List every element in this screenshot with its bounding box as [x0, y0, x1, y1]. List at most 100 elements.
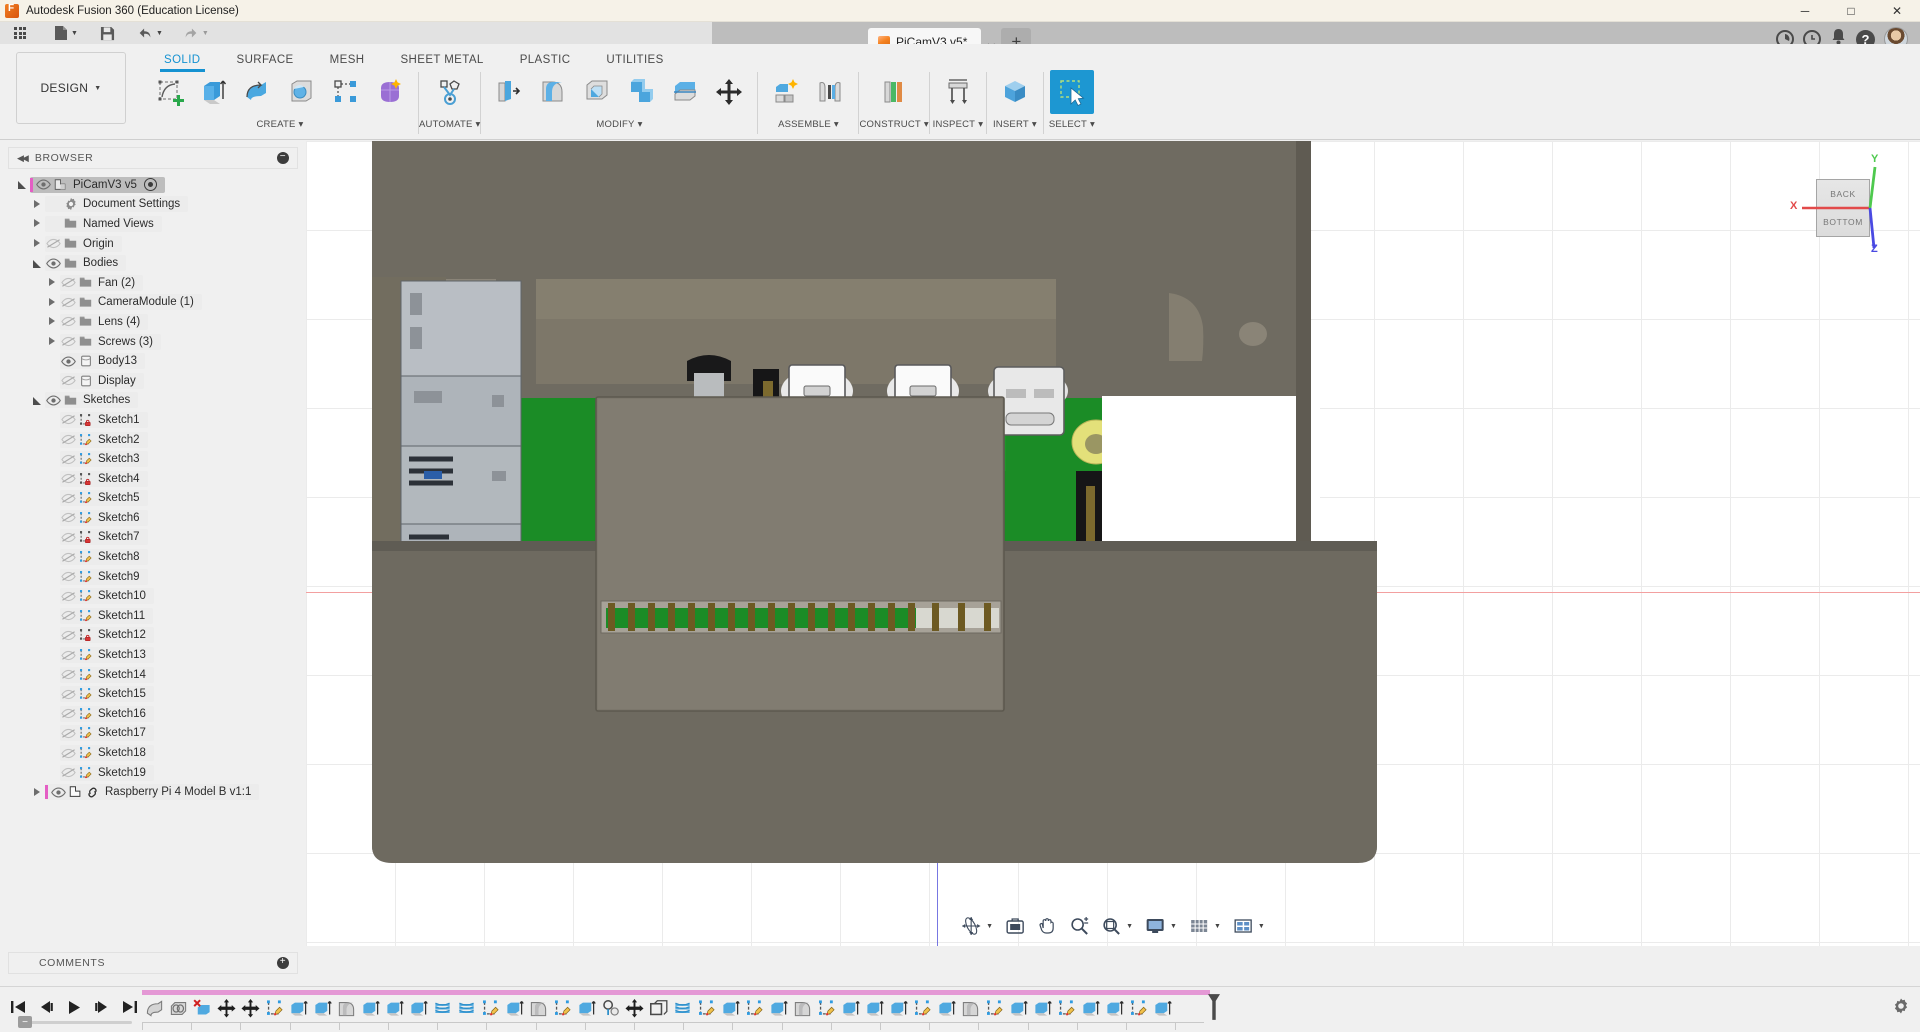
chevron-down-icon[interactable]: ▾ [924, 119, 929, 130]
timeline-feature-31[interactable] [862, 996, 886, 1020]
browser-item-body13[interactable]: Body13 [0, 351, 306, 371]
workspace-switcher[interactable]: DESIGN ▼ [16, 52, 126, 124]
visibility-off-icon[interactable] [60, 277, 77, 288]
move-copy-button[interactable] [707, 70, 751, 114]
step-back-button[interactable] [36, 997, 56, 1017]
chevron-down-icon[interactable]: ▼ [1214, 923, 1221, 930]
visibility-off-icon[interactable] [60, 748, 77, 759]
add-comment-button[interactable]: + [277, 957, 289, 969]
timeline-zoom-track[interactable] [28, 1021, 132, 1024]
visibility-off-icon[interactable] [60, 532, 77, 543]
chevron-down-icon[interactable]: ▼ [986, 923, 993, 930]
chevron-down-icon[interactable]: ▼ [71, 30, 78, 37]
visibility-off-icon[interactable] [60, 630, 77, 641]
timeline-feature-11[interactable] [382, 996, 406, 1020]
chevron-down-icon[interactable]: ▾ [299, 119, 304, 130]
browser-item-sketch8[interactable]: Sketch8 [0, 547, 306, 567]
timeline-feature-17[interactable] [526, 996, 550, 1020]
jump-to-beginning-button[interactable] [8, 997, 28, 1017]
combine-button[interactable] [619, 70, 663, 114]
timeline-feature-38[interactable] [1030, 996, 1054, 1020]
timeline-feature-4[interactable] [214, 996, 238, 1020]
chevron-down-icon[interactable]: ▾ [476, 119, 481, 130]
timeline-feature-18[interactable] [550, 996, 574, 1020]
timeline-feature-14[interactable] [454, 996, 478, 1020]
chevron-down-icon[interactable]: ▾ [638, 119, 643, 130]
visibility-on-icon[interactable] [60, 356, 77, 367]
timeline-feature-25[interactable] [718, 996, 742, 1020]
timeline-feature-35[interactable] [958, 996, 982, 1020]
new-component-button[interactable] [764, 70, 808, 114]
visibility-off-icon[interactable] [45, 238, 62, 249]
timeline-feature-10[interactable] [358, 996, 382, 1020]
pan-button[interactable] [1031, 913, 1063, 939]
offset-plane-button[interactable] [872, 70, 916, 114]
timeline-feature-5[interactable] [238, 996, 262, 1020]
visibility-off-icon[interactable] [60, 336, 77, 347]
visibility-off-icon[interactable] [60, 297, 77, 308]
ribbon-group-assemble-label[interactable]: ASSEMBLE ▾ [778, 119, 839, 130]
zoom-window-button[interactable]: ▼ [1095, 913, 1139, 939]
visibility-on-icon[interactable] [45, 395, 62, 406]
browser-item-named-views[interactable]: Named Views [0, 214, 306, 234]
browser-item-bodies[interactable]: Bodies [0, 253, 306, 273]
browser-item-screws-3[interactable]: Screws (3) [0, 332, 306, 352]
press-pull-button[interactable] [487, 70, 531, 114]
redo-icon[interactable]: ▼ [179, 23, 213, 43]
timeline-feature-23[interactable] [670, 996, 694, 1020]
sweep-button[interactable] [280, 70, 324, 114]
model-picam-enclosure[interactable] [306, 141, 1920, 946]
automated-modeling-button[interactable] [428, 70, 472, 114]
timeline-feature-9[interactable] [334, 996, 358, 1020]
visibility-off-icon[interactable] [60, 375, 77, 386]
browser-item-sketch12[interactable]: Sketch12 [0, 626, 306, 646]
maximize-button[interactable]: □ [1828, 0, 1874, 22]
play-button[interactable] [64, 997, 84, 1017]
view-cube[interactable]: BACK BOTTOM X Y Z [1782, 151, 1902, 261]
browser-item-sketches[interactable]: Sketches [0, 391, 306, 411]
orbit-button[interactable]: ▼ [955, 913, 999, 939]
timeline-feature-22[interactable] [646, 996, 670, 1020]
visibility-on-icon[interactable] [35, 179, 52, 190]
ribbon-group-inspect-label[interactable]: INSPECT ▾ [933, 119, 984, 130]
timeline-feature-30[interactable] [838, 996, 862, 1020]
browser-item-sketch11[interactable]: Sketch11 [0, 606, 306, 626]
timeline-feature-24[interactable] [694, 996, 718, 1020]
viewports-button[interactable]: ▼ [1227, 913, 1271, 939]
split-face-button[interactable] [663, 70, 707, 114]
visibility-off-icon[interactable] [60, 767, 77, 778]
measure-button[interactable] [936, 70, 980, 114]
undo-icon[interactable]: ▼ [133, 23, 167, 43]
form-button[interactable] [368, 70, 412, 114]
timeline-feature-41[interactable] [1102, 996, 1126, 1020]
browser-item-fan-2[interactable]: Fan (2) [0, 273, 306, 293]
extrude-button[interactable] [192, 70, 236, 114]
visibility-off-icon[interactable] [60, 708, 77, 719]
visibility-off-icon[interactable] [60, 650, 77, 661]
collapse-toggle[interactable] [14, 180, 30, 190]
visibility-off-icon[interactable] [60, 689, 77, 700]
timeline-feature-2[interactable] [166, 996, 190, 1020]
ribbon-group-insert-label[interactable]: INSERT ▾ [993, 119, 1037, 130]
close-button[interactable]: ✕ [1874, 0, 1920, 22]
visibility-off-icon[interactable] [60, 493, 77, 504]
ribbon-group-create-label[interactable]: CREATE ▾ [257, 119, 304, 130]
display-settings-button[interactable]: ▼ [1139, 913, 1183, 939]
visibility-off-icon[interactable] [60, 552, 77, 563]
timeline-feature-34[interactable] [934, 996, 958, 1020]
save-icon[interactable] [96, 23, 119, 43]
expand-toggle[interactable] [44, 317, 60, 326]
expand-toggle[interactable] [44, 337, 60, 346]
visibility-off-icon[interactable] [60, 512, 77, 523]
shell-button[interactable] [575, 70, 619, 114]
timeline-feature-33[interactable] [910, 996, 934, 1020]
collapse-toggle[interactable] [29, 259, 45, 268]
browser-item-sketch19[interactable]: Sketch19 [0, 763, 306, 783]
browser-item-sketch13[interactable]: Sketch13 [0, 645, 306, 665]
timeline-feature-28[interactable] [790, 996, 814, 1020]
create-sketch-button[interactable] [148, 70, 192, 114]
expand-toggle[interactable] [44, 278, 60, 287]
expand-toggle[interactable] [29, 787, 45, 797]
browser-item-sketch6[interactable]: Sketch6 [0, 508, 306, 528]
visibility-off-icon[interactable] [60, 473, 77, 484]
